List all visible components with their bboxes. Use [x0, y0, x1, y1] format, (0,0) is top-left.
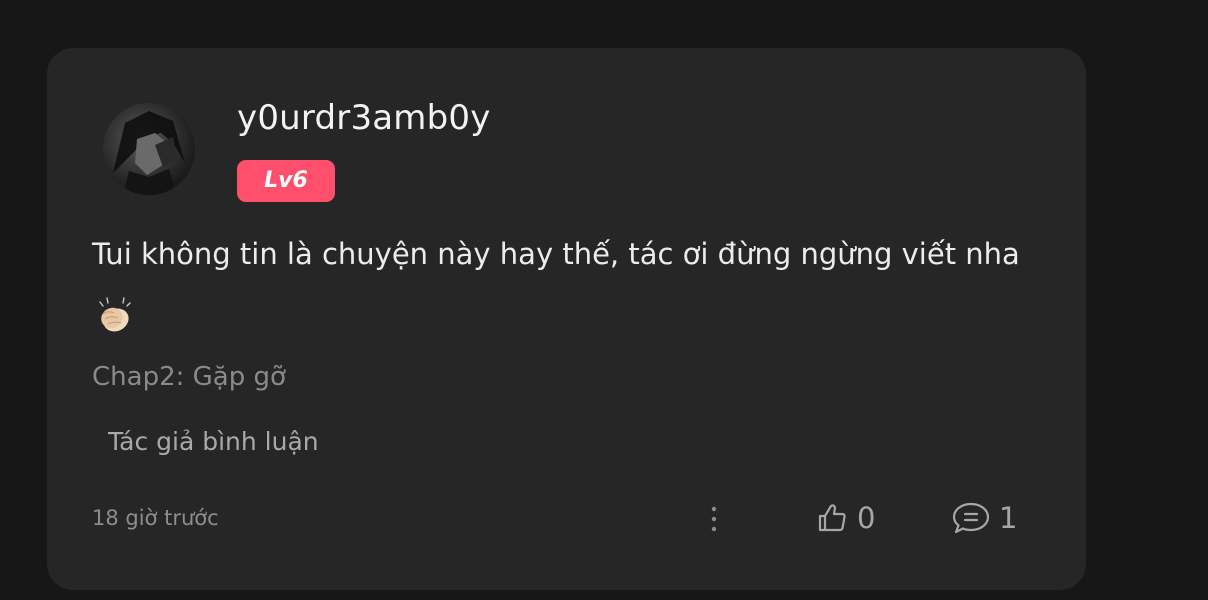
clapping-hands-icon [94, 293, 134, 355]
comment-body: Tui không tin là chuyện này hay thế, tác… [92, 223, 1052, 355]
level-badge: Lv6 [237, 160, 335, 202]
chapter-link[interactable]: Chap2: Gặp gỡ [92, 362, 286, 392]
timestamp: 18 giờ trước [92, 506, 219, 530]
like-button[interactable]: 0 [815, 498, 875, 538]
more-options-button[interactable] [700, 500, 728, 538]
comment-text: Tui không tin là chuyện này hay thế, tác… [92, 237, 1020, 271]
username[interactable]: y0urdr3amb0y [237, 98, 491, 138]
comment-bubble-icon [952, 502, 990, 534]
reply-button[interactable]: 1 [951, 498, 1017, 538]
author-reply-link[interactable]: Tác giả bình luận [108, 427, 319, 456]
avatar-image [113, 111, 185, 195]
reply-count: 1 [999, 501, 1018, 535]
vertical-dots-icon [711, 506, 717, 532]
avatar[interactable] [103, 103, 195, 195]
thumbs-up-icon [818, 504, 846, 532]
like-count: 0 [857, 501, 876, 535]
